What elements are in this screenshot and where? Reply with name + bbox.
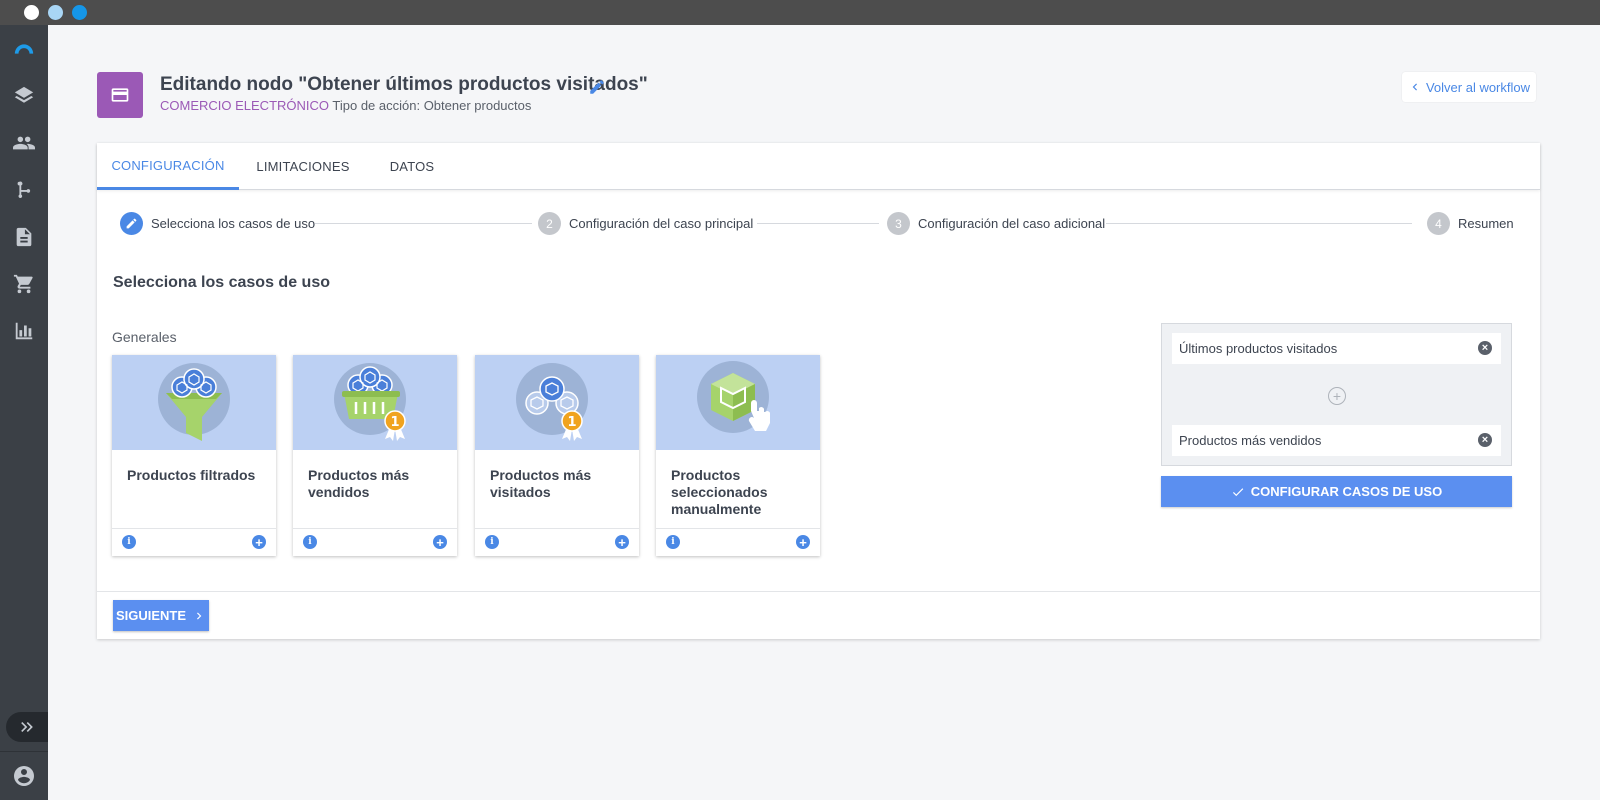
- svg-text:1: 1: [567, 415, 576, 430]
- info-icon[interactable]: i: [485, 535, 499, 549]
- window-minimize-button[interactable]: [48, 5, 63, 20]
- edit-title-icon[interactable]: [588, 78, 606, 96]
- tab-bar: CONFIGURACIÓN LIMITACIONES DATOS: [97, 143, 1540, 190]
- pencil-icon: [126, 218, 137, 229]
- group-title: Generales: [112, 329, 177, 345]
- card-footer-divider: [97, 591, 1540, 592]
- layers-icon[interactable]: [12, 84, 36, 108]
- chart-icon[interactable]: [12, 319, 36, 343]
- add-icon[interactable]: +: [252, 535, 266, 550]
- chevron-left-icon: [1412, 83, 1417, 91]
- use-case-footer: i +: [293, 528, 457, 556]
- logo-icon[interactable]: [12, 37, 36, 61]
- selected-use-case-label: Últimos productos visitados: [1179, 341, 1338, 356]
- selected-use-case-item[interactable]: Productos más vendidos ×: [1172, 425, 1501, 456]
- step-1-indicator[interactable]: [120, 212, 143, 235]
- use-case-footer: i +: [475, 528, 639, 556]
- workflow-icon[interactable]: [12, 178, 36, 202]
- tab-limitaciones[interactable]: LIMITACIONES: [239, 143, 367, 190]
- boxes-badge-illustration: 1: [475, 355, 639, 450]
- node-type-icon: [97, 72, 143, 118]
- configure-use-cases-label: CONFIGURAR CASOS DE USO: [1250, 484, 1443, 499]
- step-3-indicator[interactable]: 3: [887, 212, 910, 235]
- tab-configuracion[interactable]: CONFIGURACIÓN: [97, 143, 239, 190]
- step-2-indicator[interactable]: 2: [538, 212, 561, 235]
- sidebar: [0, 25, 48, 800]
- use-case-card-most-visited[interactable]: 1 Productos más visitados i +: [475, 355, 639, 556]
- add-icon[interactable]: +: [433, 535, 447, 550]
- step-3-label: Configuración del caso adicional: [918, 216, 1106, 231]
- chevron-right-icon: [197, 612, 202, 619]
- double-chevron-right-icon: [21, 722, 33, 732]
- step-connector: [1106, 223, 1412, 224]
- use-case-title: Productos más vendidos: [308, 467, 410, 500]
- funnel-boxes-illustration: [112, 355, 276, 450]
- step-1-label: Selecciona los casos de uso: [151, 216, 316, 231]
- step-4-label: Resumen: [1458, 216, 1514, 231]
- use-case-title: Productos filtrados: [127, 467, 256, 483]
- remove-icon[interactable]: ×: [1478, 433, 1492, 447]
- add-icon[interactable]: +: [796, 535, 810, 550]
- window-titlebar: [0, 0, 1600, 25]
- info-icon[interactable]: i: [122, 535, 136, 549]
- next-button[interactable]: SIGUIENTE: [113, 600, 209, 631]
- check-icon: [1232, 487, 1244, 496]
- tab-datos[interactable]: DATOS: [367, 143, 457, 190]
- page-title: Editando nodo "Obtener últimos productos…: [160, 74, 648, 95]
- svg-text:1: 1: [390, 415, 399, 430]
- action-type-label: Tipo de acción: Obtener productos: [332, 98, 532, 113]
- step-2-label: Configuración del caso principal: [569, 216, 754, 231]
- box-hand-illustration: [656, 355, 820, 450]
- configure-use-cases-button[interactable]: CONFIGURAR CASOS DE USO: [1161, 476, 1512, 507]
- expand-sidebar-button[interactable]: [6, 712, 48, 742]
- window-maximize-button[interactable]: [72, 5, 87, 20]
- use-case-footer: i +: [112, 528, 276, 556]
- step-4-indicator[interactable]: 4: [1427, 212, 1450, 235]
- selected-use-case-item[interactable]: Últimos productos visitados ×: [1172, 333, 1501, 364]
- use-case-title: Productos más visitados: [490, 467, 592, 500]
- info-icon[interactable]: i: [666, 535, 680, 549]
- cart-icon[interactable]: [12, 272, 36, 296]
- section-title: Selecciona los casos de uso: [113, 274, 330, 291]
- info-icon[interactable]: i: [303, 535, 317, 549]
- sidebar-divider: [0, 751, 48, 752]
- account-circle-icon[interactable]: [12, 764, 36, 788]
- back-to-workflow-button[interactable]: Volver al workflow: [1402, 72, 1536, 102]
- step-connector: [315, 223, 532, 224]
- use-case-title: Productos seleccionados manualmente: [671, 467, 768, 517]
- use-case-card-filtered[interactable]: Productos filtrados i +: [112, 355, 276, 556]
- people-icon[interactable]: [12, 131, 36, 155]
- add-icon[interactable]: +: [615, 535, 629, 550]
- remove-icon[interactable]: ×: [1478, 341, 1492, 355]
- back-to-workflow-label: Volver al workflow: [1425, 79, 1531, 95]
- editor-card: CONFIGURACIÓN LIMITACIONES DATOS Selecci…: [97, 143, 1540, 639]
- use-case-card-best-sellers[interactable]: 1 Productos más vendidos i +: [293, 355, 457, 556]
- selected-use-case-label: Productos más vendidos: [1179, 433, 1322, 448]
- next-button-label: SIGUIENTE: [115, 608, 187, 623]
- credit-card-icon: [111, 88, 129, 102]
- add-circle-icon[interactable]: +: [1328, 387, 1346, 405]
- use-case-card-manual[interactable]: Productos seleccionados manualmente i +: [656, 355, 820, 556]
- document-icon[interactable]: [12, 225, 36, 249]
- use-case-footer: i +: [656, 528, 820, 556]
- step-connector: [757, 223, 879, 224]
- category-label: COMERCIO ELECTRÓNICO: [160, 98, 330, 113]
- basket-badge-illustration: 1: [293, 355, 457, 450]
- selected-use-cases-panel: Últimos productos visitados × + Producto…: [1161, 323, 1512, 466]
- node-subtitle: COMERCIO ELECTRÓNICO Tipo de acción: Obt…: [160, 98, 531, 113]
- window-close-button[interactable]: [24, 5, 39, 20]
